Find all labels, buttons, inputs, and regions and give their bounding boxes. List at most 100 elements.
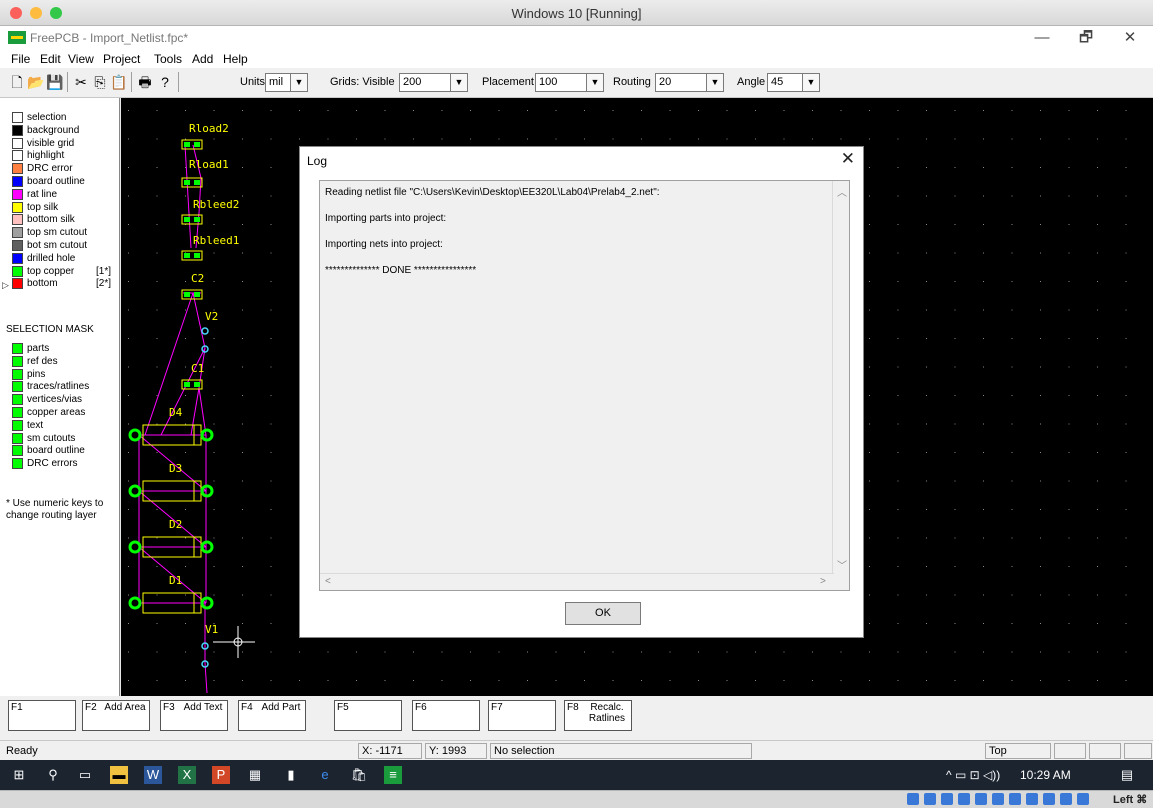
placement-select[interactable]: 100	[535, 73, 587, 92]
vm-audio-icon[interactable]	[941, 793, 953, 805]
system-tray[interactable]: ^ ▭ ⊡ ◁))	[946, 768, 1000, 782]
close-icon[interactable]: ✕	[841, 149, 855, 169]
store-icon[interactable]: 🛍	[350, 766, 368, 784]
layer-color-swatch[interactable]	[12, 227, 23, 239]
mask-toggle[interactable]	[12, 407, 23, 418]
chevron-down-icon[interactable]: ▼	[803, 73, 820, 92]
maximize-button[interactable]: 🗗	[1066, 28, 1106, 48]
menu-tools[interactable]: Tools	[154, 52, 182, 66]
angle-select[interactable]: 45	[767, 73, 803, 92]
freepcb-icon[interactable]: ≡	[384, 766, 402, 784]
mask-toggle[interactable]	[12, 368, 23, 380]
mask-toggle[interactable]	[12, 458, 23, 470]
layer-row[interactable]: highlight	[12, 150, 120, 162]
selection-mask-item[interactable]: DRC errors	[12, 458, 120, 470]
powerpoint-icon[interactable]: P	[212, 766, 230, 784]
fkey-f3[interactable]: F3 Add Text	[160, 700, 228, 731]
layer-row[interactable]: background	[12, 124, 120, 137]
mask-toggle[interactable]	[12, 355, 23, 367]
layer-row[interactable]: bot sm cutout	[12, 240, 120, 252]
vm-recording-icon[interactable]	[1026, 793, 1038, 805]
log-text-area[interactable]: Reading netlist file "C:\Users\Kevin\Des…	[319, 180, 850, 591]
mask-toggle[interactable]	[12, 419, 23, 431]
ok-button[interactable]: OK	[565, 602, 641, 625]
word-icon[interactable]: W	[144, 766, 162, 784]
layer-color-swatch[interactable]	[12, 201, 23, 213]
layer-color-swatch[interactable]	[12, 112, 23, 123]
selection-mask-item[interactable]: copper areas	[12, 407, 120, 419]
fkey-f1[interactable]: F1	[8, 700, 76, 731]
horizontal-scrollbar[interactable]: < >	[320, 573, 834, 590]
help-icon[interactable]: ?	[156, 73, 174, 91]
cut-icon[interactable]: ✂	[72, 73, 90, 91]
vm-keyboard-icon[interactable]	[1077, 793, 1089, 805]
layer-color-swatch[interactable]	[12, 265, 23, 277]
chevron-down-icon[interactable]: ▼	[451, 73, 468, 92]
fkey-f5[interactable]: F5	[334, 700, 402, 731]
menu-view[interactable]: View	[68, 52, 94, 66]
routing-select[interactable]: 20	[655, 73, 707, 92]
copy-icon[interactable]: ⎘	[91, 73, 109, 91]
layer-color-swatch[interactable]	[12, 240, 23, 251]
print-icon[interactable]: 🖶	[136, 73, 154, 91]
menu-help[interactable]: Help	[223, 52, 248, 66]
vm-shared-folder-icon[interactable]	[992, 793, 1004, 805]
layer-row[interactable]: visible grid	[12, 137, 120, 150]
layer-color-swatch[interactable]	[12, 163, 23, 175]
file-explorer-icon[interactable]: ▬	[110, 766, 128, 784]
windows-start-icon[interactable]: ⊞	[10, 766, 28, 784]
close-button[interactable]: ✕	[1110, 28, 1150, 48]
selection-mask-item[interactable]: ref des	[12, 355, 120, 368]
chevron-down-icon[interactable]: ▼	[587, 73, 604, 92]
fkey-f8[interactable]: F8 Recalc. Ratlines	[564, 700, 632, 731]
chevron-down-icon[interactable]: ﹀	[837, 557, 847, 572]
vertical-scrollbar[interactable]: ︿ ﹀	[832, 181, 849, 575]
mask-toggle[interactable]	[12, 445, 23, 457]
menu-project[interactable]: Project	[103, 52, 140, 66]
layer-color-swatch[interactable]	[12, 176, 23, 187]
edge-icon[interactable]: e	[316, 766, 334, 784]
layer-row[interactable]: top sm cutout	[12, 227, 120, 239]
save-icon[interactable]: 💾	[46, 73, 64, 91]
layer-color-swatch[interactable]	[12, 188, 23, 200]
layer-row[interactable]: drilled hole	[12, 252, 120, 265]
layer-row[interactable]: selection	[12, 112, 120, 124]
mask-toggle[interactable]	[12, 381, 23, 393]
mask-toggle[interactable]	[12, 343, 23, 354]
layer-color-swatch[interactable]	[12, 252, 23, 264]
layer-color-swatch[interactable]	[12, 137, 23, 149]
chevron-right-icon[interactable]: >	[820, 576, 826, 587]
vm-disk-icon[interactable]	[907, 793, 919, 805]
vm-optical-icon[interactable]	[924, 793, 936, 805]
calculator-icon[interactable]: ▦	[246, 766, 264, 784]
fkey-f4[interactable]: F4 Add Part	[238, 700, 306, 731]
notes-icon[interactable]: ▮	[282, 766, 300, 784]
units-select[interactable]: mil	[265, 73, 291, 92]
grids-select[interactable]: 200	[399, 73, 451, 92]
vm-usb-icon[interactable]	[975, 793, 987, 805]
layer-row[interactable]: bottom [2*]	[12, 278, 120, 290]
fkey-f6[interactable]: F6	[412, 700, 480, 731]
selection-mask-item[interactable]: board outline	[12, 445, 120, 457]
layer-row[interactable]: DRC error	[12, 163, 120, 175]
fkey-f7[interactable]: F7	[488, 700, 556, 731]
mask-toggle[interactable]	[12, 394, 23, 406]
layer-color-swatch[interactable]	[12, 124, 23, 136]
layer-color-swatch[interactable]	[12, 214, 23, 226]
chevron-up-icon[interactable]: ︿	[837, 184, 847, 199]
selection-mask-item[interactable]: vertices/vias	[12, 394, 120, 406]
menu-file[interactable]: File	[11, 52, 30, 66]
vm-network-icon[interactable]	[958, 793, 970, 805]
new-file-icon[interactable]: 🗋	[8, 73, 26, 91]
layer-row[interactable]: top copper [1*]	[12, 265, 120, 278]
menu-add[interactable]: Add	[192, 52, 213, 66]
minimize-button[interactable]: —	[1022, 28, 1062, 48]
chevron-down-icon[interactable]: ▼	[291, 73, 308, 92]
menu-edit[interactable]: Edit	[40, 52, 61, 66]
fkey-f2[interactable]: F2 Add Area	[82, 700, 150, 731]
selection-mask-item[interactable]: pins	[12, 368, 120, 381]
vm-mouse-icon[interactable]	[1060, 793, 1072, 805]
excel-icon[interactable]: X	[178, 766, 196, 784]
layer-row[interactable]: bottom silk	[12, 214, 120, 226]
search-icon[interactable]: ⚲	[44, 766, 62, 784]
